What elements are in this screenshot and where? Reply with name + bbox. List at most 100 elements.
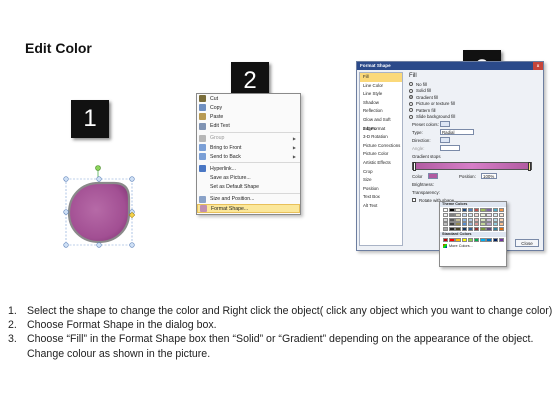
category-artistic-effects[interactable]: Artistic Effects (360, 159, 402, 168)
theme-color-swatch[interactable] (455, 208, 461, 212)
radio-button[interactable] (409, 108, 413, 113)
theme-color-swatch[interactable] (455, 217, 461, 222)
theme-color-swatch[interactable] (461, 212, 467, 217)
category-3-d-rotation[interactable]: 3-D Rotation (360, 133, 402, 142)
category-text-box[interactable]: Text Box (360, 193, 402, 202)
theme-color-swatch[interactable] (480, 222, 486, 227)
menu-item-cut[interactable]: Cut (197, 94, 300, 103)
theme-color-swatch[interactable] (486, 212, 492, 217)
theme-color-swatch[interactable] (467, 222, 474, 227)
standard-color-swatch[interactable] (455, 238, 461, 243)
menu-item-edit-text[interactable]: Edit Text (197, 122, 300, 131)
theme-color-swatch[interactable] (480, 227, 486, 232)
category-picture-color[interactable]: Picture Color (360, 150, 402, 159)
theme-color-swatch[interactable] (486, 222, 492, 227)
standard-color-swatch[interactable] (443, 238, 449, 243)
category-alt-text[interactable]: Alt Text (360, 202, 402, 211)
theme-color-swatch[interactable] (492, 212, 498, 217)
preset-colors-button[interactable] (440, 121, 450, 127)
radio-button[interactable] (409, 114, 413, 119)
menu-item-paste[interactable]: Paste (197, 112, 300, 121)
standard-color-swatch[interactable] (480, 238, 486, 243)
theme-color-swatch[interactable] (498, 217, 505, 222)
theme-color-swatch[interactable] (473, 227, 480, 232)
theme-color-swatch[interactable] (492, 217, 498, 222)
direction-button[interactable] (440, 137, 450, 143)
theme-color-swatch[interactable] (498, 212, 505, 217)
category-fill[interactable]: Fill (360, 73, 402, 82)
theme-color-swatch[interactable] (449, 212, 455, 217)
category-3-d-format[interactable]: 3-D Format (360, 125, 402, 134)
standard-color-swatch[interactable] (473, 238, 480, 243)
menu-item-format-shape[interactable]: Format Shape... (197, 204, 300, 214)
menu-item-size-and-position[interactable]: Size and Position... (197, 195, 300, 204)
theme-color-swatch[interactable] (473, 212, 480, 217)
theme-color-swatch[interactable] (467, 227, 474, 232)
theme-color-swatch[interactable] (461, 217, 467, 222)
menu-item-copy[interactable]: Copy (197, 103, 300, 112)
radio-button[interactable] (409, 101, 413, 106)
radio-button[interactable] (409, 82, 413, 87)
close-button[interactable]: Close (515, 239, 539, 247)
theme-color-swatch[interactable] (492, 227, 498, 232)
menu-item-group[interactable]: Group ▶ (197, 134, 300, 143)
menu-item-save-as-picture[interactable]: Save as Picture... (197, 174, 300, 183)
type-select[interactable]: Radial (440, 129, 474, 135)
menu-item-send-to-back[interactable]: Send to Back ▶ (197, 152, 300, 161)
rotate-checkbox[interactable] (412, 198, 416, 202)
theme-color-swatch[interactable] (461, 208, 467, 212)
category-line-style[interactable]: Line Style (360, 90, 402, 99)
theme-color-swatch[interactable] (486, 208, 492, 212)
theme-color-swatch[interactable] (473, 208, 480, 212)
theme-color-swatch[interactable] (480, 217, 486, 222)
theme-color-swatch[interactable] (443, 222, 449, 227)
theme-color-swatch[interactable] (498, 222, 505, 227)
theme-color-swatch[interactable] (473, 217, 480, 222)
theme-color-swatch[interactable] (443, 212, 449, 217)
theme-color-swatch[interactable] (467, 208, 474, 212)
theme-color-swatch[interactable] (461, 222, 467, 227)
theme-color-swatch[interactable] (443, 227, 449, 232)
radio-button[interactable] (409, 95, 413, 100)
angle-input[interactable] (440, 145, 460, 151)
theme-color-swatch[interactable] (455, 222, 461, 227)
category-line-color[interactable]: Line Color (360, 82, 402, 91)
theme-color-swatch[interactable] (455, 227, 461, 232)
theme-color-swatch[interactable] (486, 217, 492, 222)
menu-item-bring-to-front[interactable]: Bring to Front ▶ (197, 143, 300, 152)
theme-color-swatch[interactable] (449, 217, 455, 222)
teardrop-shape-icon[interactable] (60, 165, 145, 250)
theme-color-swatch[interactable] (455, 212, 461, 217)
more-colors-item[interactable]: More Colors... (440, 243, 506, 249)
theme-color-swatch[interactable] (449, 227, 455, 232)
radio-button[interactable] (409, 88, 413, 93)
position-input[interactable]: 100% (481, 173, 497, 179)
theme-color-swatch[interactable] (449, 208, 455, 212)
category-picture-corrections[interactable]: Picture Corrections (360, 142, 402, 151)
theme-color-swatch[interactable] (498, 227, 505, 232)
standard-color-swatch[interactable] (492, 238, 498, 243)
theme-color-swatch[interactable] (492, 208, 498, 212)
standard-color-swatch[interactable] (461, 238, 467, 243)
menu-item-hyperlink[interactable]: Hyperlink... (197, 164, 300, 173)
selected-shape[interactable] (60, 165, 145, 250)
category-crop[interactable]: Crop (360, 168, 402, 177)
color-picker-button[interactable] (428, 173, 438, 179)
theme-color-swatch[interactable] (486, 227, 492, 232)
theme-color-swatch[interactable] (461, 227, 467, 232)
theme-color-swatch[interactable] (443, 208, 449, 212)
standard-color-swatch[interactable] (498, 238, 505, 243)
category-position[interactable]: Position (360, 185, 402, 194)
category-glow-and-soft-edges[interactable]: Glow and Soft Edges (360, 116, 402, 131)
theme-color-swatch[interactable] (480, 208, 486, 212)
theme-color-swatch[interactable] (467, 212, 474, 217)
close-icon[interactable]: x (533, 62, 543, 70)
theme-color-swatch[interactable] (498, 208, 505, 212)
gradient-stops-bar[interactable] (412, 162, 532, 171)
menu-item-set-as-default-shape[interactable]: Set as Default Shape (197, 183, 300, 192)
standard-color-swatch[interactable] (449, 238, 455, 243)
theme-color-swatch[interactable] (467, 217, 474, 222)
theme-color-swatch[interactable] (480, 212, 486, 217)
theme-color-swatch[interactable] (449, 222, 455, 227)
theme-color-swatch[interactable] (473, 222, 480, 227)
